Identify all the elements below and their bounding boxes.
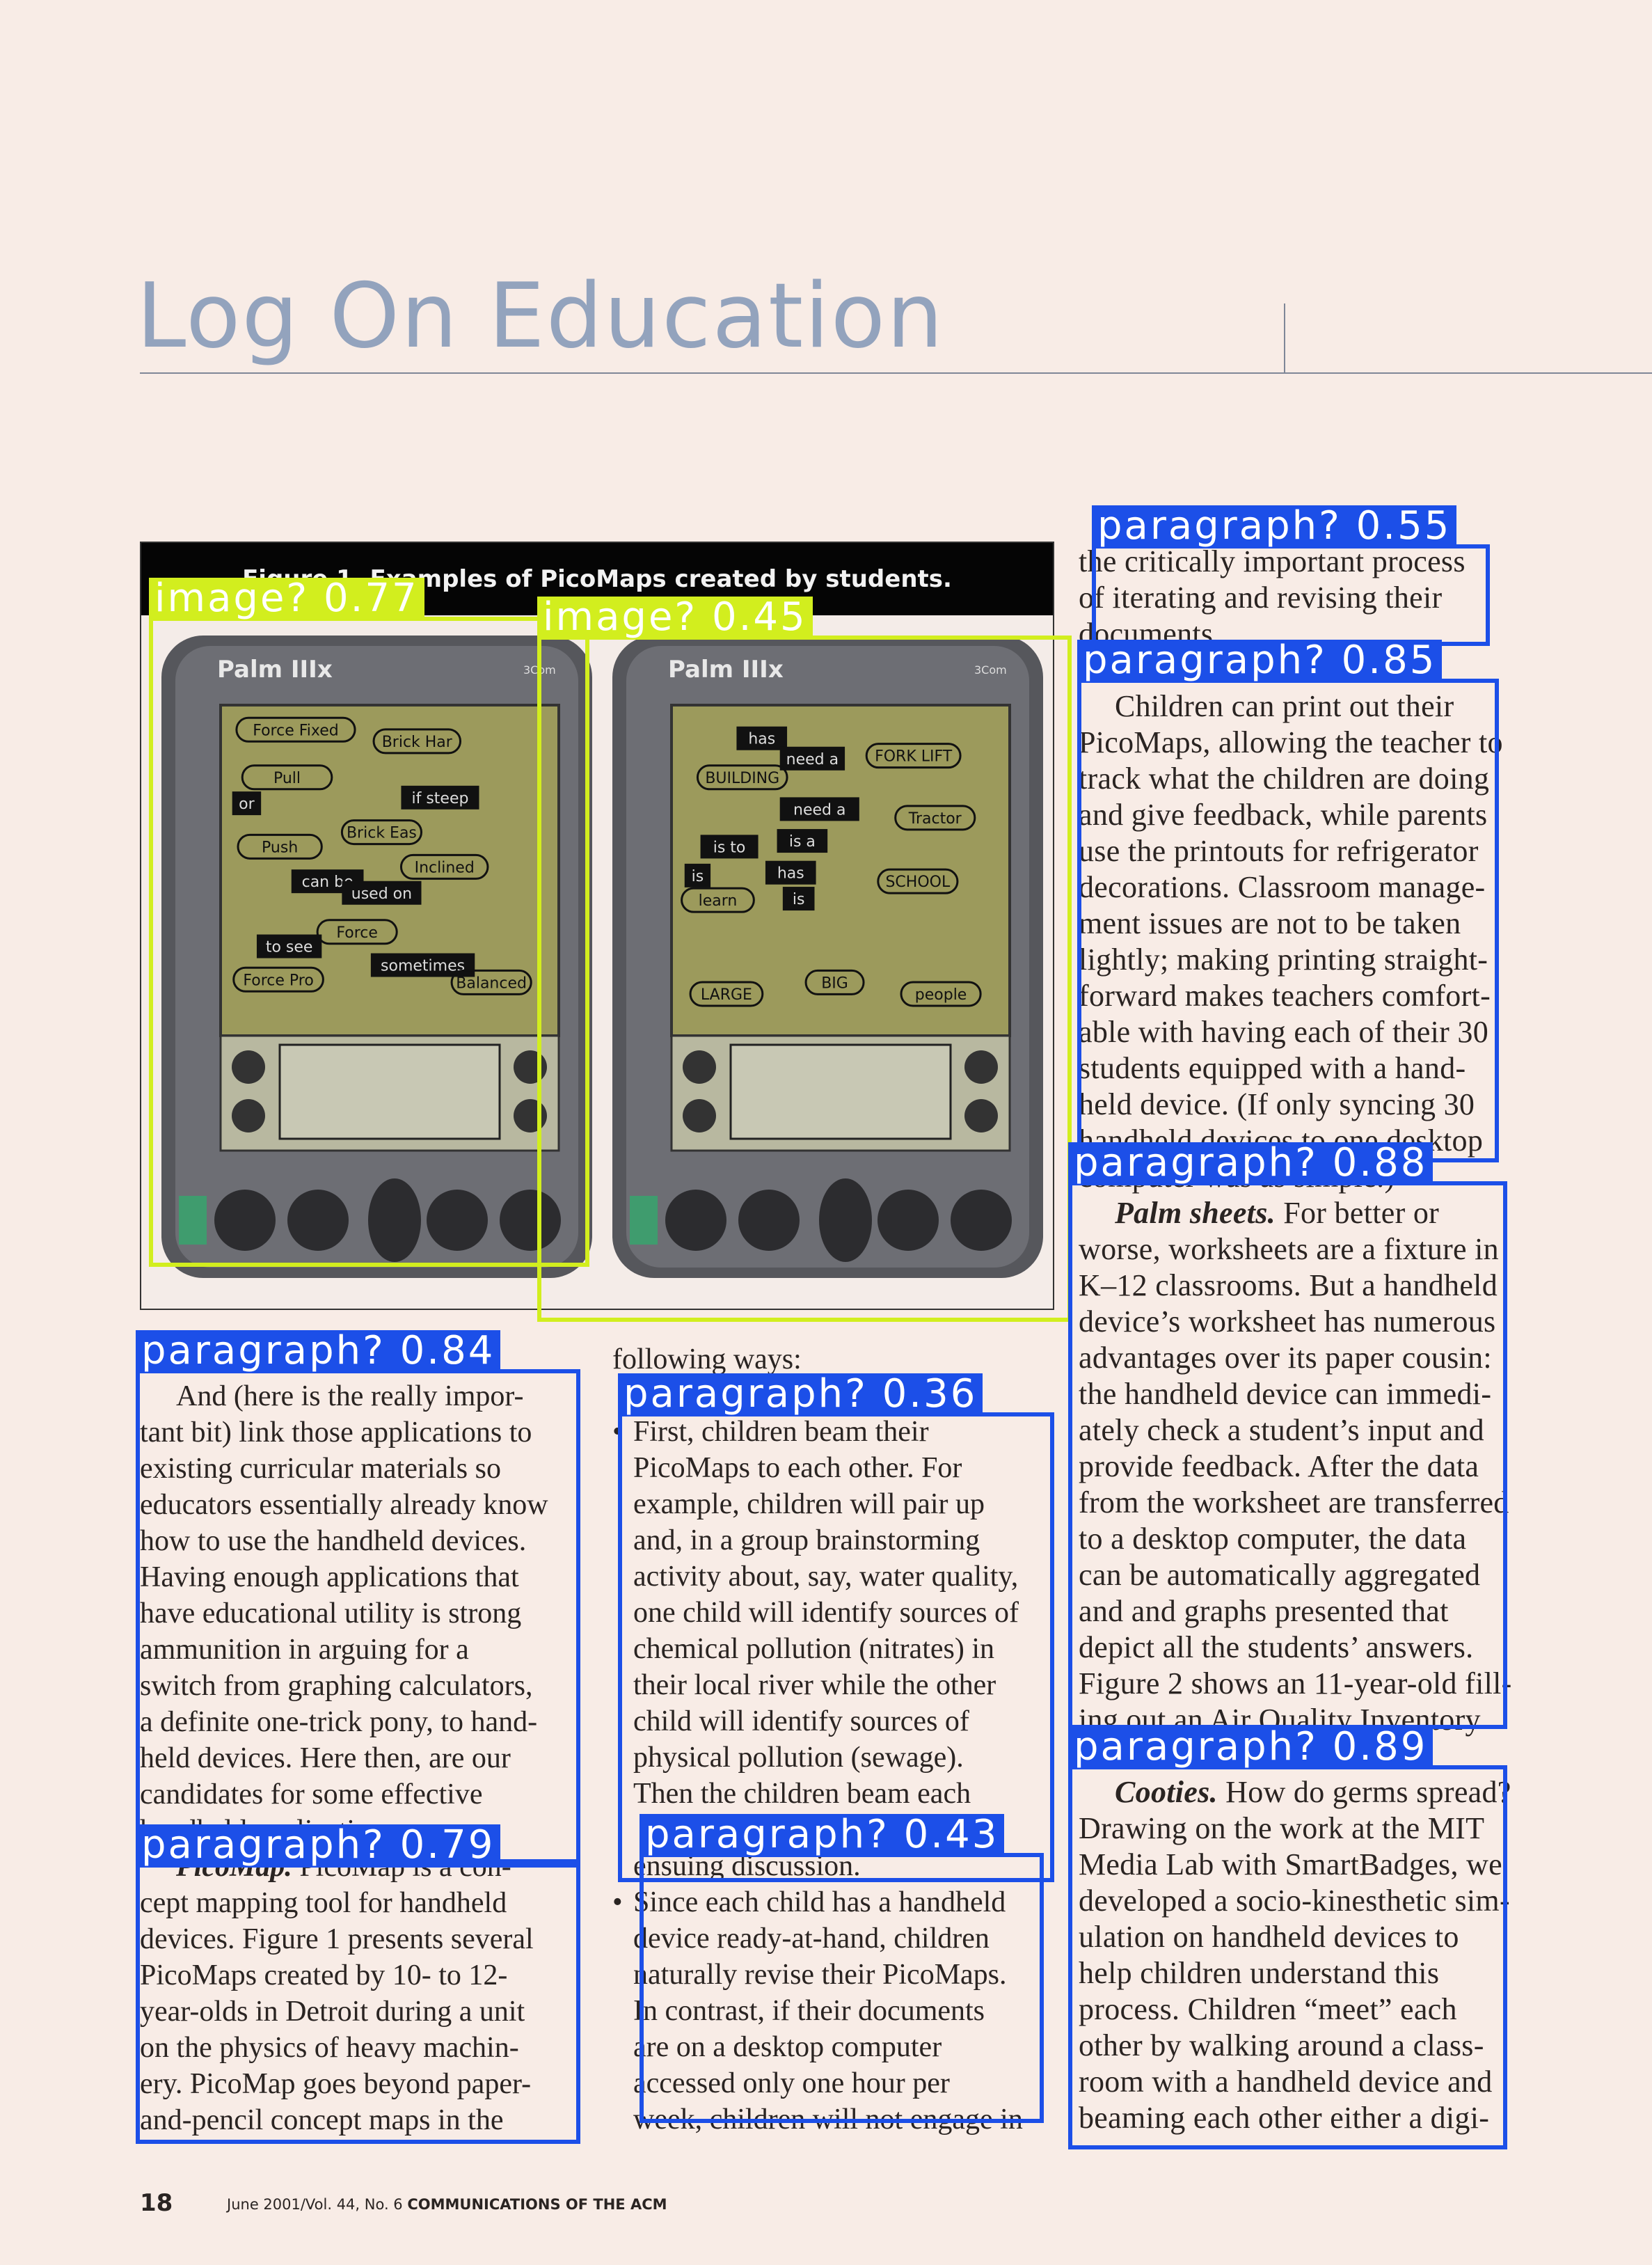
- detection-class: paragraph?: [624, 1371, 868, 1416]
- image-detection-box: [537, 636, 1072, 1322]
- detection-class: image?: [154, 576, 310, 621]
- detection-class: paragraph?: [141, 1328, 386, 1373]
- paragraph-detection-box: [1068, 1765, 1507, 2149]
- detection-label: paragraph? 0.88: [1068, 1142, 1433, 1184]
- detection-score: 0.88: [1317, 1140, 1428, 1185]
- detection-label: paragraph? 0.89: [1068, 1726, 1433, 1768]
- detection-class: paragraph?: [1074, 1140, 1318, 1185]
- detection-label: paragraph? 0.79: [136, 1822, 501, 1868]
- detection-label: paragraph? 0.84: [136, 1328, 501, 1373]
- detection-label: paragraph? 0.85: [1077, 638, 1443, 683]
- detection-label: paragraph? 0.43: [640, 1812, 1005, 1857]
- image-detection-box: [149, 617, 589, 1267]
- page-title: Log On Education: [136, 265, 945, 368]
- detection-score: 0.55: [1341, 503, 1452, 549]
- detection-class: paragraph?: [141, 1822, 386, 1868]
- detection-label: paragraph? 0.55: [1092, 503, 1457, 549]
- detection-class: image?: [543, 594, 698, 640]
- paragraph-detection-box: [1092, 544, 1490, 646]
- detection-label: image? 0.45: [537, 597, 813, 638]
- page-number: 18: [140, 2189, 173, 2217]
- issue-date: June 2001/Vol. 44, No. 6: [227, 2196, 403, 2213]
- detection-score: 0.43: [889, 1812, 999, 1857]
- detection-class: paragraph?: [645, 1812, 889, 1857]
- paragraph-detection-box: [136, 1863, 580, 2144]
- detection-score: 0.77: [309, 576, 419, 621]
- paragraph-detection-box: [1077, 679, 1499, 1162]
- header-rule: [140, 372, 1652, 374]
- detection-score: 0.85: [1326, 638, 1437, 683]
- detection-score: 0.84: [385, 1328, 495, 1373]
- paragraph-detection-box: [1068, 1181, 1507, 1729]
- paragraph-detection-box: [640, 1853, 1044, 2123]
- magazine-name: COMMUNICATIONS OF THE ACM: [407, 2196, 667, 2213]
- header-vertical-rule: [1284, 303, 1285, 372]
- detection-label: paragraph? 0.36: [618, 1373, 983, 1415]
- detection-score: 0.89: [1317, 1724, 1428, 1769]
- detection-class: paragraph?: [1083, 638, 1327, 683]
- detection-class: paragraph?: [1097, 503, 1342, 549]
- issue-info: June 2001/Vol. 44, No. 6 COMMUNICATIONS …: [227, 2196, 667, 2213]
- detection-score: 0.45: [697, 594, 807, 640]
- detection-score: 0.79: [385, 1822, 495, 1868]
- detection-score: 0.36: [867, 1371, 978, 1416]
- detection-label: image? 0.77: [149, 578, 424, 619]
- detection-class: paragraph?: [1074, 1724, 1318, 1769]
- paragraph-detection-box: [136, 1369, 580, 1863]
- bullet-icon: •: [612, 1886, 623, 1918]
